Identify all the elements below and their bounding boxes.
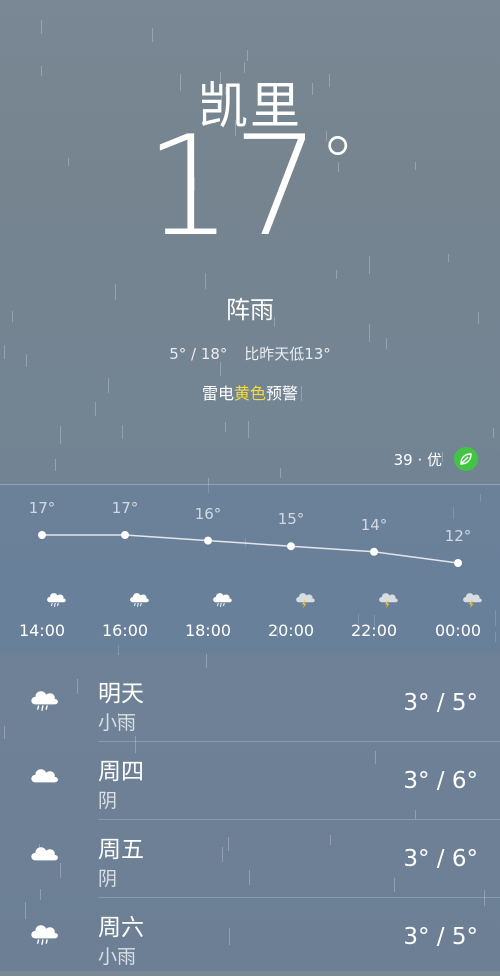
hourly-time: 22:00: [350, 621, 398, 640]
hourly-time: 14:00: [18, 621, 66, 640]
hourly-time: 18:00: [184, 621, 232, 640]
warning-level: 黄色: [233, 384, 266, 403]
hourly-time: 16:00: [101, 621, 149, 640]
day-temp-range: 3° / 5°: [403, 690, 478, 716]
day-name: 明天: [98, 681, 144, 707]
temperature-point: [38, 531, 46, 539]
temperature-line: [42, 534, 459, 564]
cloud-icon: [24, 762, 64, 796]
day-name: 周五: [98, 837, 144, 863]
daily-row[interactable]: 明天小雨 3° / 5°: [0, 664, 500, 742]
current-temperature: 17°: [0, 118, 500, 256]
temperature-point: [287, 542, 295, 551]
day-temp-range: 3° / 5°: [403, 924, 478, 950]
daily-row[interactable]: 周四阴 3° / 6°: [0, 742, 500, 820]
weather-warning[interactable]: 雷电黄色预警: [0, 380, 500, 404]
day-condition: 小雨: [98, 712, 137, 734]
day-name: 周六: [98, 915, 144, 941]
day-condition: 阴: [98, 790, 118, 812]
day-condition: 小雨: [98, 946, 137, 968]
leaf-icon: [454, 447, 478, 471]
temperature-value: 17: [144, 106, 321, 267]
weather-condition: 阵雨: [226, 296, 274, 324]
cloud-icon: [24, 840, 64, 874]
temperature-point: [121, 531, 129, 539]
temperature-range: 5° / 18° 比昨天低13°: [0, 343, 500, 364]
day-condition: 阴: [98, 868, 118, 890]
air-quality[interactable]: 39 · 优: [394, 447, 478, 471]
rain-cloud-icon: [24, 918, 64, 952]
hourly-temp-label: 17°: [28, 499, 56, 517]
hourly-temp-label: 16°: [194, 504, 222, 523]
day-temp-range: 3° / 6°: [403, 768, 478, 794]
hourly-temp-label: 15°: [277, 510, 305, 529]
compare-yesterday: 比昨天低13°: [244, 345, 331, 363]
warning-suffix: 预警: [266, 384, 299, 403]
hourly-forecast[interactable]: 17° 14:00 17° 16:00 16° 18:00 15° 20:00 14° 22:00…: [0, 484, 500, 653]
day-name: 周四: [98, 759, 144, 785]
temperature-point: [454, 559, 462, 567]
hourly-time: 00:00: [434, 621, 482, 640]
daily-row[interactable]: 周六小雨 3° / 5°: [0, 898, 500, 976]
daily-row[interactable]: 周五阴 3° / 6°: [0, 820, 500, 898]
warning-type: 雷电: [201, 384, 234, 403]
hourly-temp-label: 14°: [360, 515, 388, 534]
hourly-time: 20:00: [267, 621, 315, 640]
hourly-temperature-chart: [38, 531, 462, 567]
temperature-point: [370, 547, 378, 556]
min-max-temp: 5° / 18°: [169, 345, 228, 363]
hourly-temp-label: 12°: [444, 527, 472, 545]
rain-cloud-icon: [24, 684, 64, 718]
day-temp-range: 3° / 6°: [403, 846, 478, 872]
temperature-point: [204, 536, 212, 545]
aqi-value: 39 · 优: [393, 450, 442, 469]
degree-symbol: °: [320, 122, 356, 204]
hourly-temp-label: 17°: [111, 499, 139, 517]
